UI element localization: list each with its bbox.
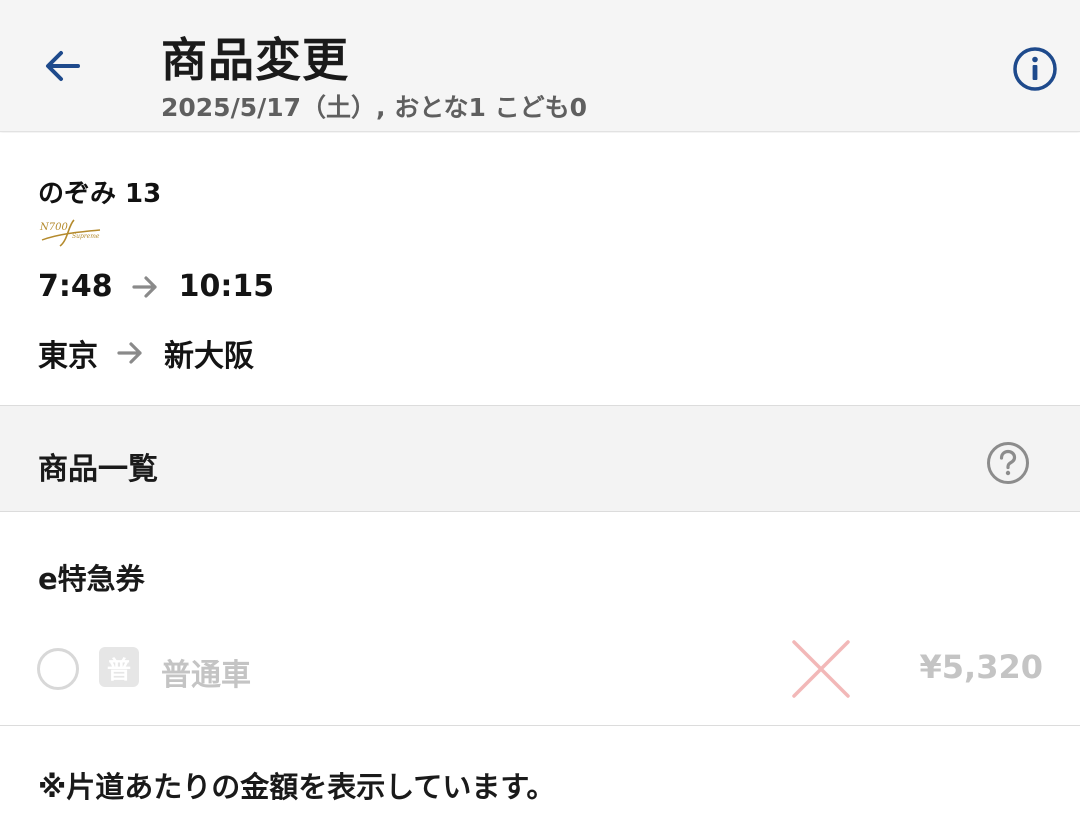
info-circle-icon — [1011, 45, 1059, 97]
arrive-time: 10:15 — [178, 269, 275, 304]
seat-class-label: 普通車 — [161, 658, 251, 693]
train-info: のぞみ 13 N700 Supreme 7:48 10:15 東京 新大阪 — [0, 133, 1080, 405]
to-station: 新大阪 — [164, 339, 254, 374]
seat-option-radio[interactable] — [37, 648, 79, 690]
price-note: ※片道あたりの金額を表示しています。 — [38, 770, 556, 804]
seat-class-badge: 普 — [99, 647, 139, 687]
svg-text:N700: N700 — [39, 222, 68, 233]
info-button[interactable] — [1008, 44, 1062, 98]
page-title: 商品変更 — [161, 33, 349, 87]
n700-supreme-logo: N700 Supreme — [38, 216, 104, 252]
svg-text:Supreme: Supreme — [72, 233, 100, 240]
back-button[interactable] — [34, 40, 90, 96]
product-list-title: 商品一覧 — [38, 452, 158, 487]
product-list-header: 商品一覧 — [0, 405, 1080, 512]
arrow-right-icon — [116, 340, 144, 366]
ticket-type-label: e特急券 — [38, 562, 145, 596]
time-row: 7:48 10:15 — [38, 269, 274, 304]
arrow-right-icon — [131, 274, 159, 300]
depart-time: 7:48 — [38, 269, 113, 304]
station-row: 東京 新大阪 — [38, 331, 254, 375]
help-button[interactable] — [984, 441, 1032, 489]
seat-price: ¥5,320 — [919, 648, 1043, 686]
from-station: 東京 — [38, 339, 98, 374]
seat-option-row[interactable]: 普 普通車 ¥5,320 — [0, 628, 1080, 708]
app-header: 商品変更 2025/5/17（土）, おとな1 こども0 — [0, 0, 1080, 132]
page-subtitle: 2025/5/17（土）, おとな1 こども0 — [161, 93, 587, 122]
ticket-section: e特急券 普 普通車 ¥5,320 — [0, 512, 1080, 726]
train-name: のぞみ 13 — [38, 179, 162, 209]
question-circle-icon — [985, 440, 1031, 490]
unavailable-cross-icon — [790, 638, 852, 700]
arrow-left-icon — [40, 44, 84, 92]
